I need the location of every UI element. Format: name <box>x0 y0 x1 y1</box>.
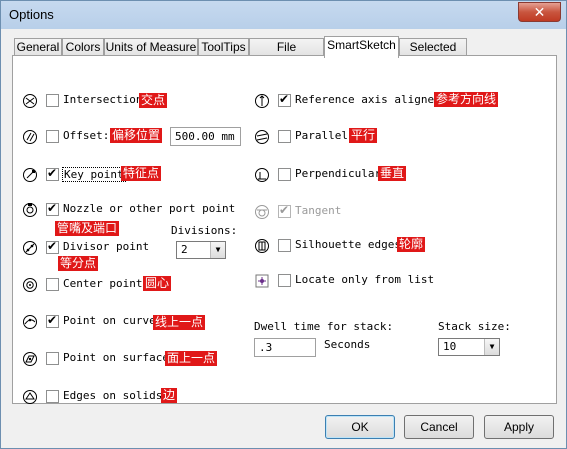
parallel-annotation: 平行 <box>349 128 378 143</box>
perpendicular-annotation: 垂直 <box>378 166 407 181</box>
reference-axis-icon <box>255 94 269 108</box>
perpendicular-checkbox[interactable] <box>278 168 291 181</box>
nozzle-checkbox[interactable] <box>46 201 59 216</box>
divisions-value: 2 <box>181 243 188 256</box>
divisor-icon <box>23 241 37 255</box>
offset-icon <box>23 130 37 144</box>
silhouette-checkbox[interactable] <box>278 239 291 252</box>
window-title: Options <box>9 7 54 22</box>
key-point-annotation: 特征点 <box>121 166 162 181</box>
stack-size-select[interactable]: 10 ▼ <box>438 338 500 356</box>
key-point-label: Key point <box>62 167 126 182</box>
offset-input[interactable]: 500.00 mm <box>170 127 241 146</box>
ok-button[interactable]: OK <box>325 415 395 439</box>
edges-checkbox[interactable] <box>46 390 59 403</box>
offset-label: Offset: <box>63 129 110 142</box>
options-window: Options ✕ General Colors Units of Measur… <box>0 0 567 449</box>
tangent-checkbox[interactable] <box>278 203 291 218</box>
silhouette-label: Silhouette edges <box>295 238 401 251</box>
dwell-unit: Seconds <box>324 338 371 351</box>
parallel-icon <box>255 130 269 144</box>
dialog-body: General Colors Units of Measure ToolTips… <box>2 29 565 448</box>
dwell-label: Dwell time for stack: <box>254 320 394 333</box>
nozzle-icon <box>23 203 37 217</box>
tangent-icon <box>255 205 269 219</box>
tab-general[interactable]: General <box>14 38 62 56</box>
divisor-label: Divisor point <box>63 240 150 253</box>
stack-size-label: Stack size: <box>438 320 511 333</box>
cancel-button[interactable]: Cancel <box>404 415 474 439</box>
stack-size-value: 10 <box>443 340 457 353</box>
perpendicular-icon <box>255 168 269 182</box>
smartsketch-panel: Intersection 交点 Offset: 偏移位置 500.00 mm K… <box>12 55 557 404</box>
dwell-input[interactable]: .3 <box>254 338 316 357</box>
locate-only-checkbox[interactable] <box>278 274 291 287</box>
parallel-checkbox[interactable] <box>278 130 291 143</box>
divisor-annotation: 等分点 <box>58 256 99 271</box>
edges-icon <box>23 390 37 404</box>
locate-only-label: Locate only from list <box>295 273 435 286</box>
tab-colors[interactable]: Colors <box>62 38 104 56</box>
chevron-down-icon[interactable]: ▼ <box>484 339 499 355</box>
point-on-surface-checkbox[interactable] <box>46 352 59 365</box>
title-bar[interactable]: Options ✕ <box>1 1 566 29</box>
divisions-label: Divisions: <box>171 224 238 237</box>
point-on-curve-annotation: 线上一点 <box>153 315 206 330</box>
silhouette-icon <box>255 239 269 253</box>
reference-axis-annotation: 参考方向线 <box>434 92 499 107</box>
parallel-label: Parallel <box>295 129 348 142</box>
divisor-checkbox[interactable] <box>46 239 59 254</box>
point-on-surface-label: Point on surface <box>63 351 169 364</box>
tab-tooltips[interactable]: ToolTips <box>198 38 249 56</box>
intersection-icon <box>23 94 37 108</box>
center-point-checkbox[interactable] <box>46 278 59 291</box>
edges-label: Edges on solids <box>63 389 163 402</box>
nozzle-label: Nozzle or other port point <box>63 202 236 215</box>
tab-smartsketch[interactable]: SmartSketch <box>324 36 399 58</box>
silhouette-annotation: 轮廓 <box>397 237 426 252</box>
edges-annotation: 边 <box>161 388 178 403</box>
locate-list-icon <box>255 274 269 288</box>
reference-axis-label: Reference axis aligned <box>295 93 441 106</box>
intersection-checkbox[interactable] <box>46 94 59 107</box>
center-point-label: Center point <box>63 277 143 290</box>
divisions-select[interactable]: 2 ▼ <box>176 241 226 259</box>
tangent-label: Tangent <box>295 204 342 217</box>
intersection-label: Intersection <box>63 93 143 106</box>
offset-annotation: 偏移位置 <box>110 128 163 143</box>
point-on-curve-icon <box>23 315 37 329</box>
apply-button[interactable]: Apply <box>484 415 554 439</box>
point-on-surface-icon <box>23 352 37 366</box>
center-point-icon <box>23 278 37 292</box>
center-point-annotation: 圆心 <box>143 276 172 291</box>
intersection-annotation: 交点 <box>139 93 168 108</box>
offset-checkbox[interactable] <box>46 130 59 143</box>
reference-axis-checkbox[interactable] <box>278 92 291 107</box>
nozzle-annotation: 管嘴及端口 <box>55 221 120 236</box>
key-point-checkbox[interactable] <box>46 166 59 181</box>
point-on-curve-label: Point on curve <box>63 314 156 327</box>
key-point-icon <box>23 168 37 182</box>
point-on-curve-checkbox[interactable] <box>46 313 59 328</box>
point-on-surface-annotation: 面上一点 <box>165 351 218 366</box>
perpendicular-label: Perpendicular <box>295 167 382 180</box>
tab-file-locations[interactable]: File Locations <box>249 38 324 70</box>
chevron-down-icon[interactable]: ▼ <box>210 242 225 258</box>
tab-selected-pg[interactable]: Selected PG <box>399 38 467 70</box>
close-button[interactable]: ✕ <box>518 2 561 22</box>
tab-units-of-measure[interactable]: Units of Measure <box>104 38 198 56</box>
